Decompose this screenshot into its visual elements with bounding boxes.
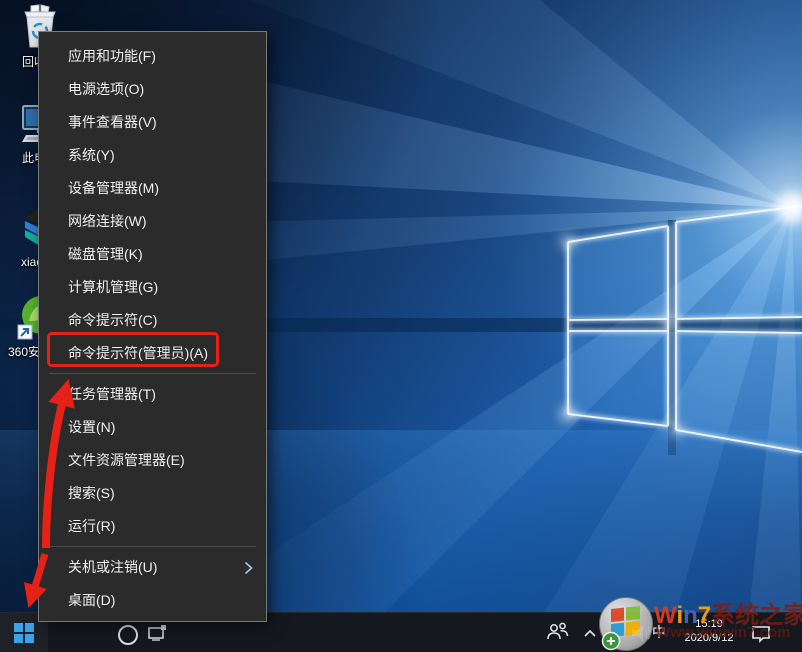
- menu-item-computer-management[interactable]: 计算机管理(G): [39, 271, 266, 304]
- menu-item-event-viewer[interactable]: 事件查看器(V): [39, 106, 266, 139]
- speaker-icon: [630, 624, 652, 642]
- clock-time: 15:19: [674, 617, 744, 631]
- search-button[interactable]: [112, 619, 142, 649]
- menu-separator: [49, 373, 256, 374]
- task-view-button[interactable]: [148, 624, 170, 642]
- submenu-chevron-icon: [244, 561, 253, 575]
- menu-item-desktop[interactable]: 桌面(D): [39, 584, 266, 617]
- windows-logo-icon: [14, 623, 34, 643]
- cortana-circle-icon: [118, 625, 138, 645]
- menu-item-device-manager[interactable]: 设备管理器(M): [39, 172, 266, 205]
- menu-item-shutdown-signout[interactable]: 关机或注销(U): [39, 551, 266, 584]
- menu-item-system[interactable]: 系统(Y): [39, 139, 266, 172]
- menu-item-power-options[interactable]: 电源选项(O): [39, 73, 266, 106]
- annotation-highlight-box: [47, 332, 219, 367]
- menu-item-settings[interactable]: 设置(N): [39, 411, 266, 444]
- menu-item-file-explorer[interactable]: 文件资源管理器(E): [39, 444, 266, 477]
- clock[interactable]: 15:19 2020/9/12: [674, 617, 744, 645]
- clock-date: 2020/9/12: [674, 631, 744, 645]
- chevron-up-icon: [583, 629, 597, 639]
- task-view-icon: [148, 624, 168, 641]
- menu-item-task-manager[interactable]: 任务管理器(T): [39, 378, 266, 411]
- hidden-icons-button[interactable]: [583, 626, 597, 644]
- menu-item-label: 关机或注销(U): [68, 559, 157, 575]
- menu-separator: [49, 546, 256, 547]
- menu-item-run[interactable]: 运行(R): [39, 510, 266, 543]
- people-button[interactable]: [546, 622, 570, 647]
- menu-item-apps-features[interactable]: 应用和功能(F): [39, 40, 266, 73]
- action-center-button[interactable]: [751, 625, 771, 648]
- menu-item-search[interactable]: 搜索(S): [39, 477, 266, 510]
- people-icon: [546, 622, 570, 642]
- winx-menu: 应用和功能(F) 电源选项(O) 事件查看器(V) 系统(Y) 设备管理器(M)…: [38, 31, 267, 622]
- notification-icon: [751, 625, 771, 643]
- desktop-screen: 回收站 此电脑 xiaobai 360安全卫士: [0, 0, 802, 652]
- ime-indicator[interactable]: 中: [652, 622, 672, 642]
- menu-item-network-connections[interactable]: 网络连接(W): [39, 205, 266, 238]
- menu-item-disk-management[interactable]: 磁盘管理(K): [39, 238, 266, 271]
- volume-button[interactable]: [630, 624, 652, 647]
